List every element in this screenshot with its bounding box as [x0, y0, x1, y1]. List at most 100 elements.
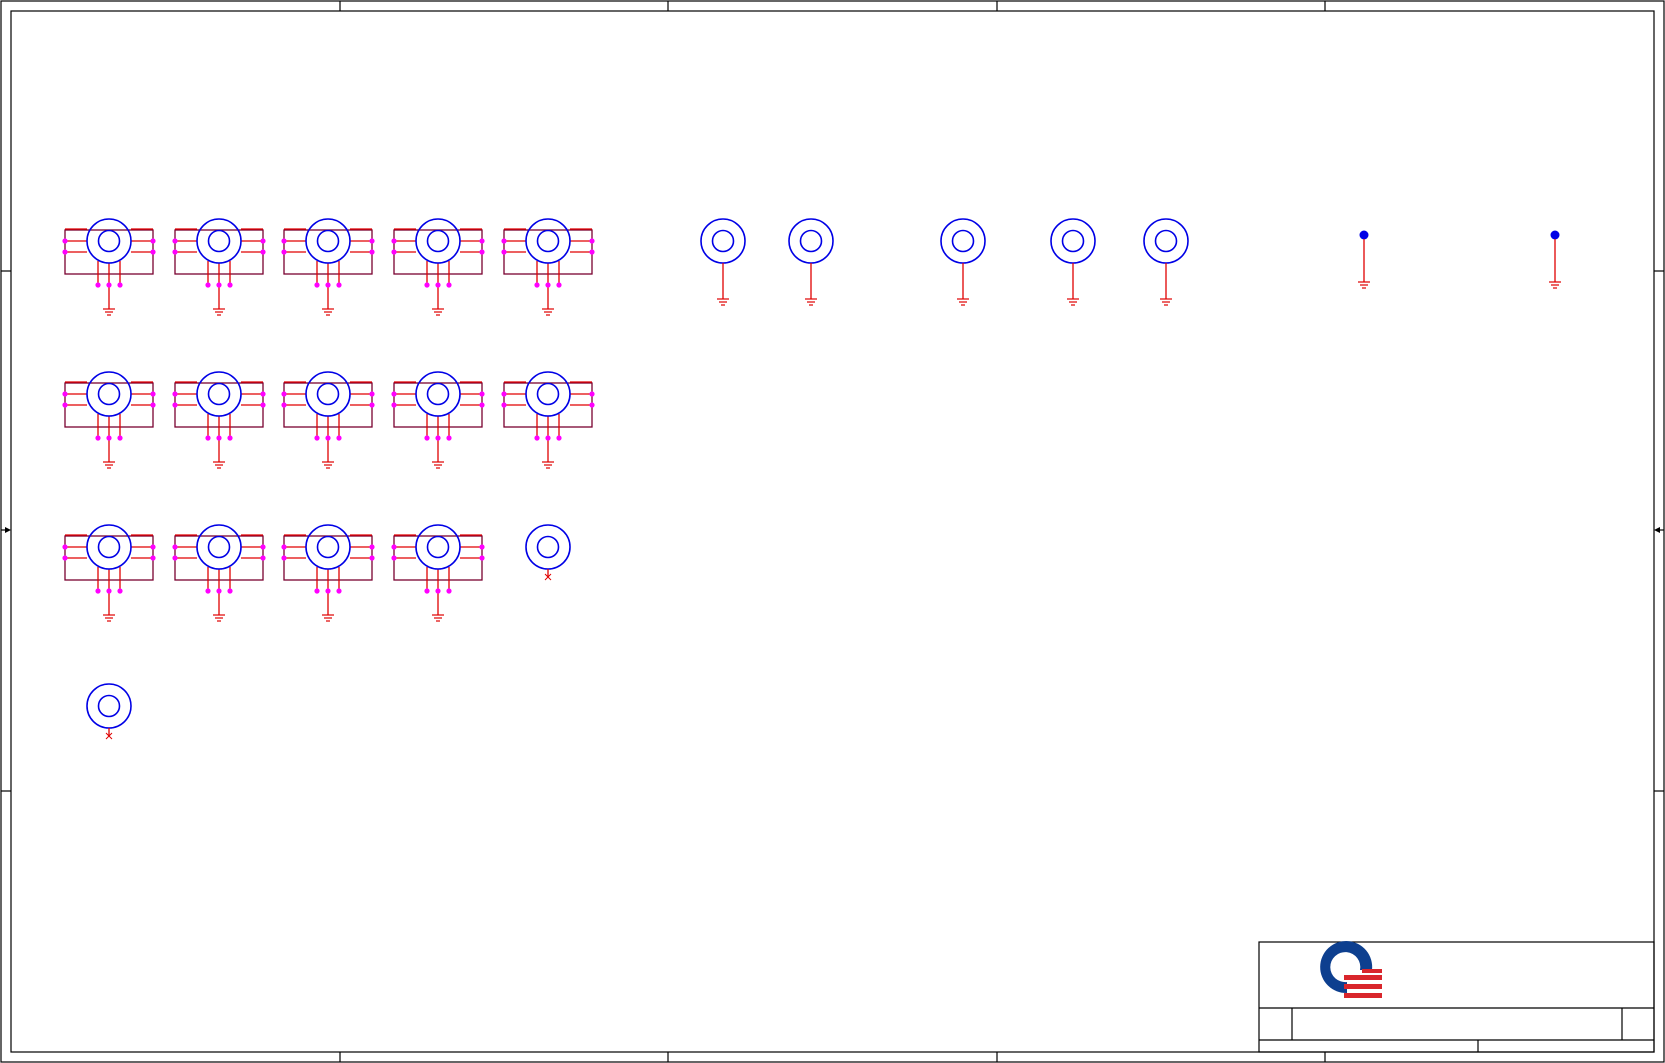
shielded-connector-2: [172, 218, 266, 316]
shielded-connector-3: [281, 218, 375, 316]
connector-pin: [589, 249, 595, 255]
shielded-connector-5: [501, 218, 595, 316]
fiducials: [1358, 230, 1561, 289]
connector-pin: [205, 282, 211, 288]
connector-pin: [62, 249, 68, 255]
connector-pin: [479, 391, 485, 397]
connector-pin: [62, 238, 68, 244]
grounded-test-points: [700, 218, 1189, 306]
connector-pin: [260, 544, 266, 550]
connector-pin: [150, 544, 156, 550]
connector-pin: [424, 282, 430, 288]
connector-pin: [501, 391, 507, 397]
connector-pin: [205, 435, 211, 441]
test-point-4: [1050, 218, 1096, 306]
connector-pin: [589, 402, 595, 408]
connector-pin: [106, 588, 112, 594]
schematic-sheet: [0, 0, 1665, 1063]
connector-pin: [150, 249, 156, 255]
connector-pin: [106, 435, 112, 441]
connector-pin: [227, 588, 233, 594]
connector-pin: [62, 544, 68, 550]
connector-pin: [260, 391, 266, 397]
connector-pin: [150, 391, 156, 397]
connector-pin: [501, 238, 507, 244]
shielded-connector-7: [172, 371, 266, 469]
connector-pin: [150, 238, 156, 244]
connector-pin: [95, 588, 101, 594]
connector-pin: [446, 435, 452, 441]
connector-pin: [227, 282, 233, 288]
connector-pin: [435, 282, 441, 288]
connector-pin: [391, 544, 397, 550]
connector-pin: [172, 402, 178, 408]
connector-pin: [216, 282, 222, 288]
connector-pin: [325, 588, 331, 594]
connector-pin: [391, 249, 397, 255]
connector-pin: [479, 555, 485, 561]
connector-pin: [172, 249, 178, 255]
connector-pin: [95, 435, 101, 441]
connector-pin: [95, 282, 101, 288]
connector-pin: [216, 435, 222, 441]
connector-pin: [534, 282, 540, 288]
shielded-connector-13: [281, 524, 375, 622]
connector-pin: [172, 555, 178, 561]
connector-pin: [369, 238, 375, 244]
shielded-connector-1: [62, 218, 156, 316]
connector-pin: [336, 282, 342, 288]
connector-pin: [391, 555, 397, 561]
shielded-connector-14: [391, 524, 485, 622]
shielded-connector-8: [281, 371, 375, 469]
connector-pin: [281, 249, 287, 255]
fiducial-dot: [1359, 230, 1369, 240]
connector-pin: [281, 555, 287, 561]
connector-pin: [446, 588, 452, 594]
connector-pin: [281, 238, 287, 244]
connector-pin: [117, 282, 123, 288]
connector-pin: [369, 544, 375, 550]
connector-pin: [479, 238, 485, 244]
connector-pin: [172, 238, 178, 244]
connector-pin: [117, 435, 123, 441]
connector-pin: [446, 282, 452, 288]
connector-pin: [545, 435, 551, 441]
fiducial-1: [1358, 230, 1370, 289]
title-block: [1258, 941, 1655, 1053]
connector-pin: [172, 391, 178, 397]
connector-pin: [227, 435, 233, 441]
connector-pin: [435, 588, 441, 594]
connector-pin: [62, 402, 68, 408]
connector-pin: [205, 588, 211, 594]
connector-pin: [260, 238, 266, 244]
connector-pin: [391, 391, 397, 397]
test-point-1: [700, 218, 746, 306]
connector-pin: [336, 588, 342, 594]
test-point-5: [1143, 218, 1189, 306]
connector-pin: [424, 435, 430, 441]
connector-pin: [172, 544, 178, 550]
test-point-3: [940, 218, 986, 306]
connector-pin: [589, 238, 595, 244]
connector-pin: [391, 402, 397, 408]
connector-pin: [314, 435, 320, 441]
connector-pin: [369, 249, 375, 255]
shielded-connector-12: [172, 524, 266, 622]
connector-pin: [260, 555, 266, 561]
connector-pin: [336, 435, 342, 441]
connector-pin: [369, 555, 375, 561]
connector-pin: [314, 282, 320, 288]
connector-pin: [479, 544, 485, 550]
connector-pin: [62, 391, 68, 397]
fiducial-2: [1549, 230, 1561, 289]
unshielded-connector-2: [86, 683, 132, 740]
connector-pin: [117, 588, 123, 594]
connector-pin: [325, 282, 331, 288]
connector-pin: [589, 391, 595, 397]
unshielded-connector-1: [525, 524, 571, 581]
connector-pin: [260, 402, 266, 408]
connector-pin: [314, 588, 320, 594]
connector-pin: [260, 249, 266, 255]
sheet-border: [0, 0, 1665, 1063]
connector-pin: [479, 249, 485, 255]
